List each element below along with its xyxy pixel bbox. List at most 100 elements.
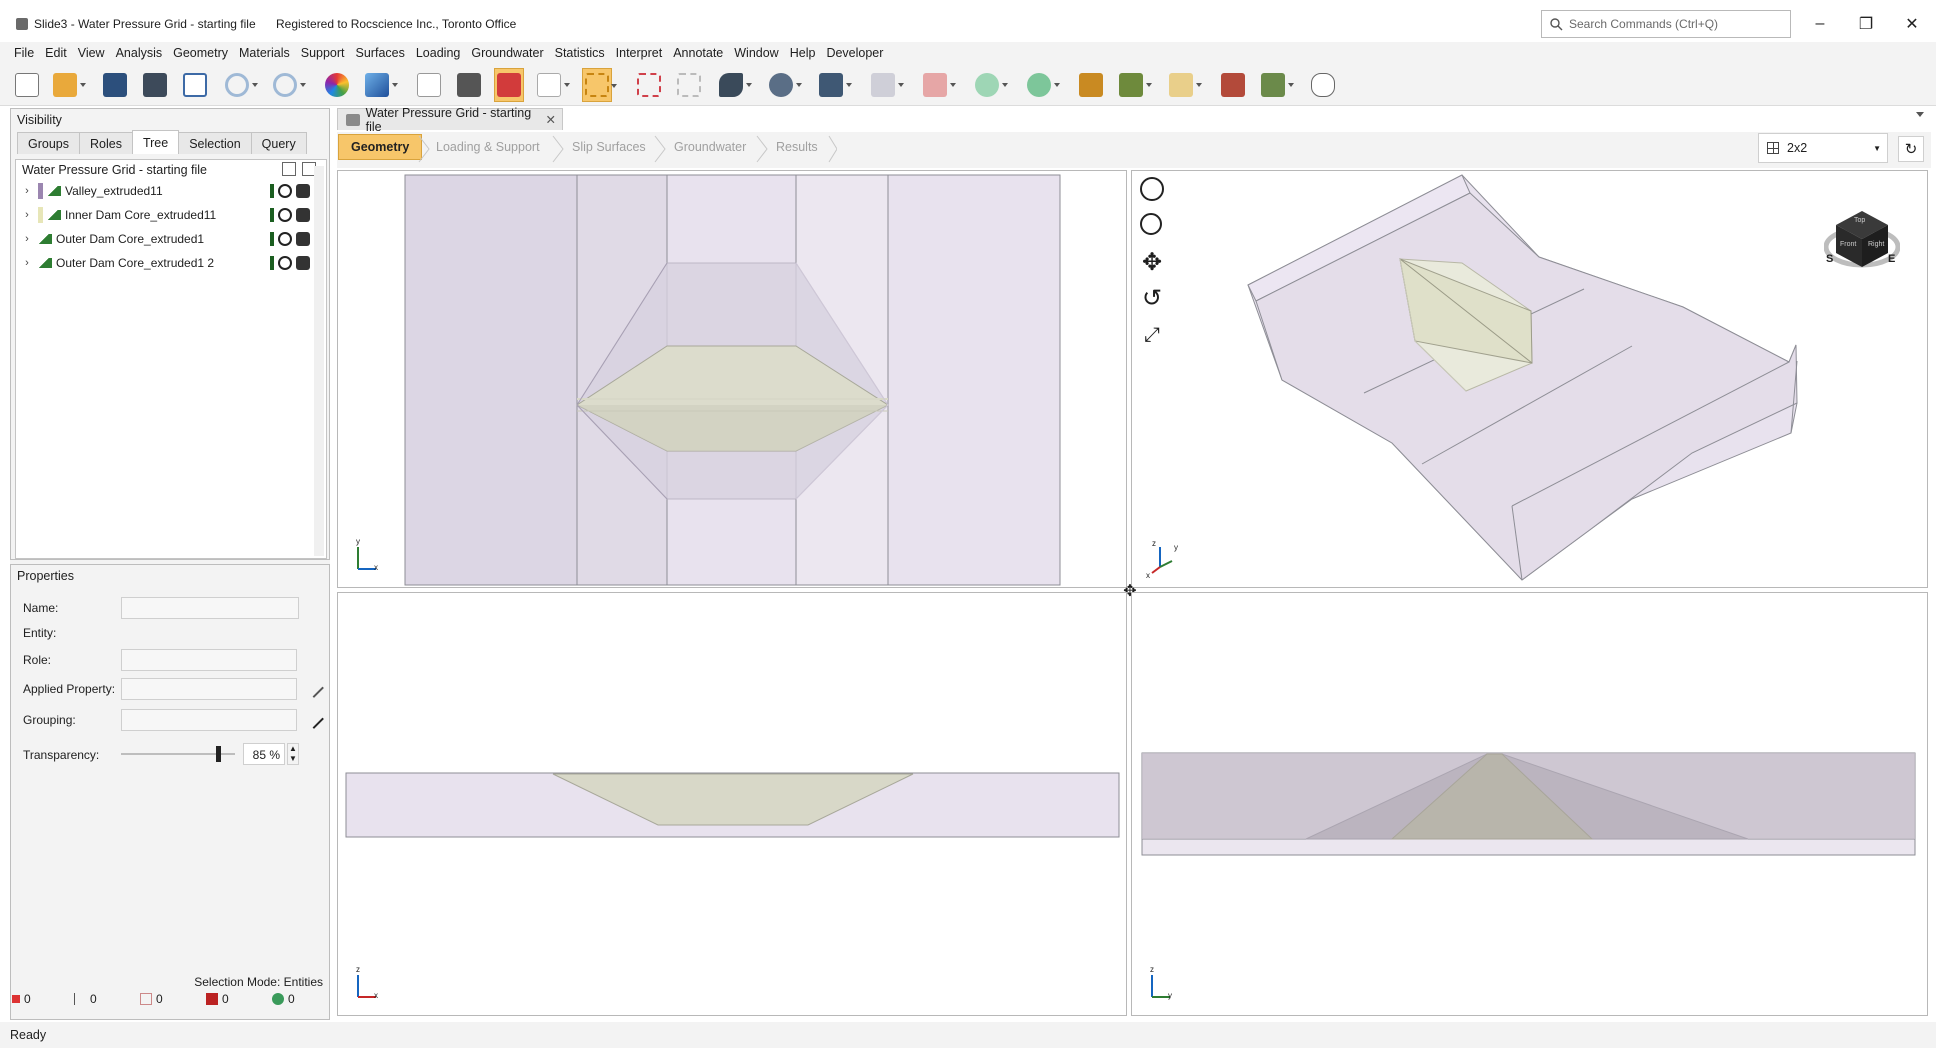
menu-support[interactable]: Support <box>301 46 345 60</box>
pencil-icon[interactable] <box>304 678 324 698</box>
sketch-button[interactable] <box>716 68 752 102</box>
chevron-right-icon[interactable]: › <box>20 185 34 197</box>
undo-button[interactable] <box>222 68 258 102</box>
intersect-button[interactable] <box>1024 68 1060 102</box>
shape-button[interactable] <box>868 68 904 102</box>
surface-button[interactable] <box>816 68 852 102</box>
hand-tool-button[interactable] <box>1308 68 1338 102</box>
tree-item[interactable]: › Valley_extruded11 <box>20 180 310 202</box>
boolean-button[interactable] <box>972 68 1008 102</box>
extrude-button[interactable] <box>920 68 956 102</box>
chevron-right-icon[interactable]: › <box>20 209 34 221</box>
box-select-button[interactable] <box>582 68 617 102</box>
tree-item[interactable]: › Outer Dam Core_extruded1 <box>20 228 310 250</box>
document-tab[interactable]: Water Pressure Grid - starting file ✕ <box>337 106 563 134</box>
tab-tree[interactable]: Tree <box>131 130 180 154</box>
menu-developer[interactable]: Developer <box>826 46 883 60</box>
restore-button[interactable]: ❐ <box>1846 8 1886 40</box>
menu-view[interactable]: View <box>78 46 105 60</box>
name-field[interactable] <box>121 597 299 619</box>
tree-scrollbar[interactable] <box>314 166 324 556</box>
menu-geometry[interactable]: Geometry <box>173 46 228 60</box>
viewport-plan[interactable]: y x <box>337 170 1127 588</box>
polygon-button[interactable] <box>766 68 802 102</box>
menu-help[interactable]: Help <box>790 46 816 60</box>
menu-interpret[interactable]: Interpret <box>616 46 663 60</box>
zoom-icon[interactable] <box>1140 213 1162 235</box>
eye-icon[interactable] <box>278 208 292 222</box>
tab-selection[interactable]: Selection <box>178 132 252 154</box>
redo-button[interactable] <box>270 68 306 102</box>
lock-select-button[interactable] <box>634 68 664 102</box>
compass-s-label[interactable]: S <box>1826 253 1833 265</box>
slider-thumb[interactable] <box>215 746 221 762</box>
grouping-select[interactable] <box>121 709 297 731</box>
transparency-slider[interactable] <box>121 746 235 762</box>
tree-item[interactable]: › Outer Dam Core_extruded1 2 <box>20 252 310 274</box>
compass-e-label[interactable]: E <box>1888 253 1895 265</box>
minimize-button[interactable]: – <box>1800 8 1840 40</box>
menu-annotate[interactable]: Annotate <box>673 46 723 60</box>
print-button[interactable] <box>140 68 170 102</box>
report-button[interactable] <box>180 68 210 102</box>
close-tab-icon[interactable]: ✕ <box>546 112 556 127</box>
role-icon[interactable] <box>270 232 274 246</box>
tab-query[interactable]: Query <box>250 132 307 154</box>
applied-property-select[interactable] <box>121 678 297 700</box>
viewport-side[interactable]: z y <box>1131 592 1928 1016</box>
color-wheel-button[interactable] <box>322 68 352 102</box>
menu-loading[interactable]: Loading <box>416 46 461 60</box>
save-button[interactable] <box>100 68 130 102</box>
chevron-right-icon[interactable]: › <box>20 257 34 269</box>
viewport-front[interactable]: z x <box>337 592 1127 1016</box>
role-icon[interactable] <box>270 184 274 198</box>
image-button[interactable] <box>362 68 398 102</box>
solid-view-button[interactable] <box>494 68 524 102</box>
menu-surfaces[interactable]: Surfaces <box>356 46 405 60</box>
chevron-down-icon[interactable]: ▼ <box>1873 144 1881 153</box>
expand-all-icon[interactable] <box>282 162 296 176</box>
close-button[interactable]: ✕ <box>1892 8 1932 40</box>
groundwater-button[interactable] <box>1258 68 1294 102</box>
eye-icon[interactable] <box>278 184 292 198</box>
calculator-button[interactable] <box>454 68 484 102</box>
view-cube[interactable]: Top Front Right S E <box>1823 197 1901 273</box>
zoom-extents-icon[interactable]: ⤢ <box>1138 321 1166 349</box>
menu-window[interactable]: Window <box>734 46 778 60</box>
menu-statistics[interactable]: Statistics <box>555 46 605 60</box>
material-assign-button[interactable] <box>1116 68 1152 102</box>
support-button[interactable] <box>1218 68 1248 102</box>
menu-edit[interactable]: Edit <box>45 46 67 60</box>
menu-materials[interactable]: Materials <box>239 46 290 60</box>
layout-select[interactable]: 2x2 ▼ <box>1758 133 1888 163</box>
lock-icon[interactable] <box>296 184 310 198</box>
new-file-button[interactable] <box>12 68 42 102</box>
materials-button[interactable] <box>1076 68 1106 102</box>
zoom-box-icon[interactable] <box>1140 177 1164 201</box>
tree-item[interactable]: › Inner Dam Core_extruded11 <box>20 204 310 226</box>
spin-icon[interactable]: ▲ ▼ <box>287 743 299 765</box>
loading-button[interactable] <box>1166 68 1202 102</box>
tab-dropdown-icon[interactable] <box>1916 112 1924 117</box>
role-icon[interactable] <box>270 208 274 222</box>
menu-file[interactable]: File <box>14 46 34 60</box>
pan-icon[interactable]: ✥ <box>1138 249 1166 277</box>
menu-groundwater[interactable]: Groundwater <box>471 46 543 60</box>
wireframe-button[interactable] <box>534 68 570 102</box>
eye-icon[interactable] <box>278 256 292 270</box>
lock-icon[interactable] <box>296 232 310 246</box>
transparency-value[interactable]: 85 % <box>243 743 285 765</box>
viewport-3d[interactable]: ✥ ↺ ⤢ Top Front Right S E z x y <box>1131 170 1928 588</box>
tab-roles[interactable]: Roles <box>79 132 133 154</box>
search-commands-input[interactable]: Search Commands (Ctrl+Q) <box>1541 10 1791 38</box>
tab-groups[interactable]: Groups <box>17 132 80 154</box>
eye-icon[interactable] <box>278 232 292 246</box>
lock-icon[interactable] <box>296 208 310 222</box>
menu-analysis[interactable]: Analysis <box>116 46 163 60</box>
pencil-icon[interactable] <box>304 709 324 729</box>
lock-icon[interactable] <box>296 256 310 270</box>
rotate-icon[interactable]: ↺ <box>1138 285 1166 313</box>
refresh-button[interactable]: ↻ <box>1898 136 1924 162</box>
chevron-right-icon[interactable]: › <box>20 233 34 245</box>
role-icon[interactable] <box>270 256 274 270</box>
